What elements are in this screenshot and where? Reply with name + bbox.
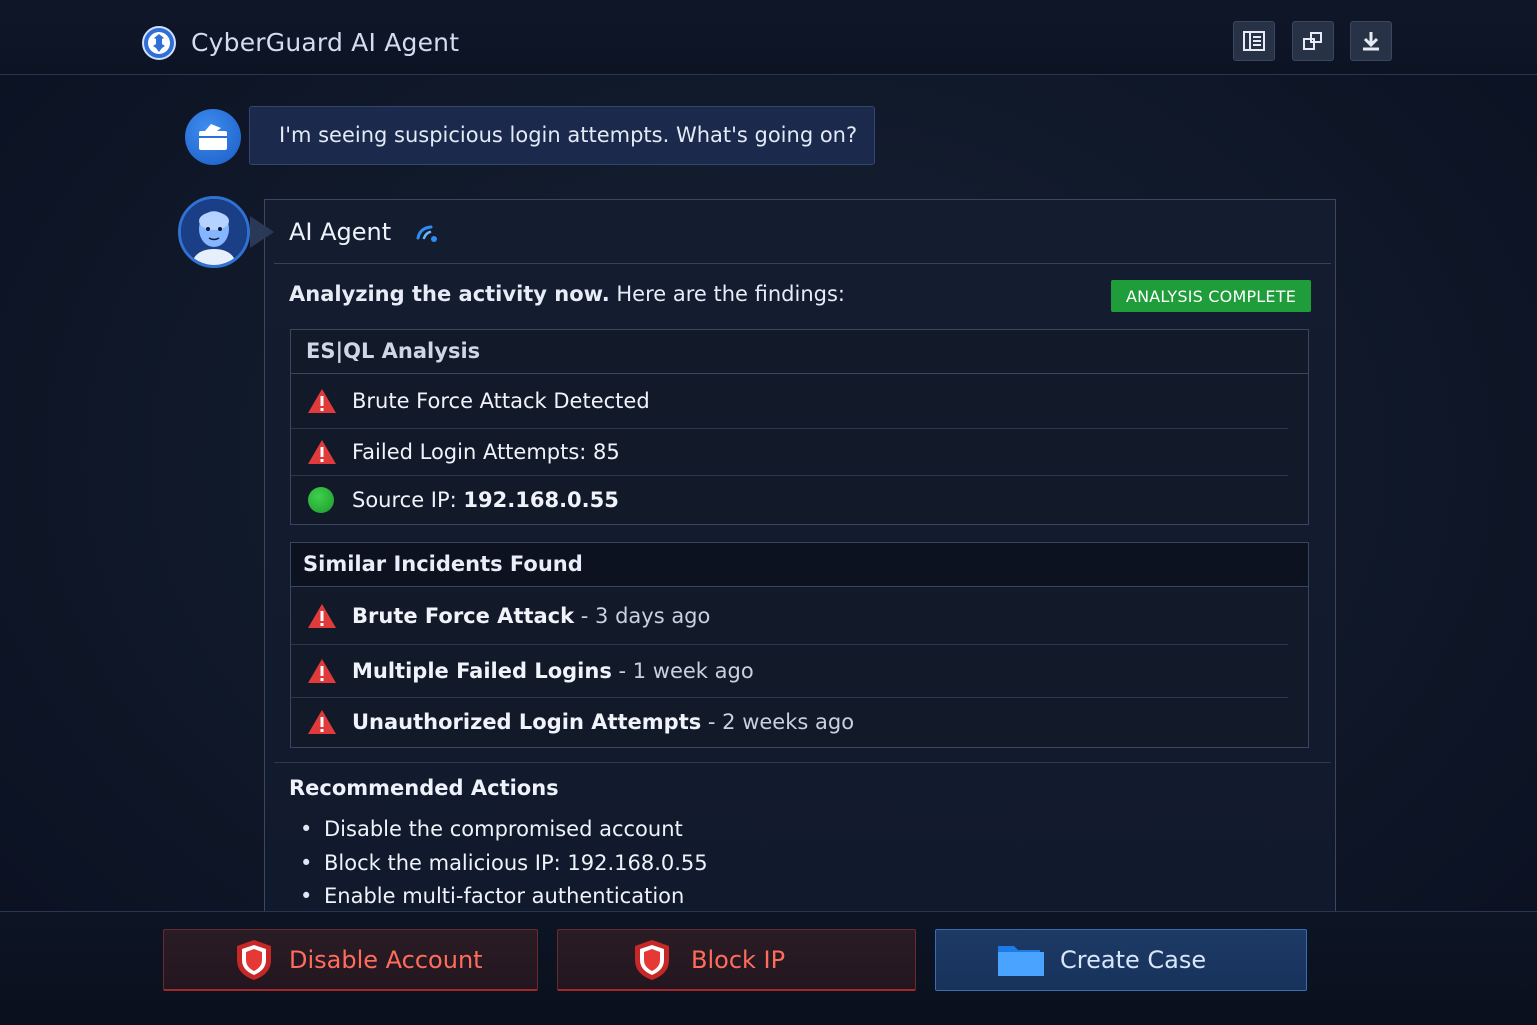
recommendations-list: Disable the compromised account Block th…	[300, 814, 708, 915]
shield-icon	[237, 939, 271, 980]
agent-intro-bold: Analyzing the activity now.	[289, 282, 610, 306]
disable-account-button[interactable]: Disable Account	[163, 929, 538, 991]
recommendation-item: Enable multi-factor authentication	[300, 881, 708, 915]
incident-row[interactable]: Multiple Failed Logins - 1 week ago	[291, 644, 1288, 697]
folder-icon	[998, 946, 1044, 976]
agent-intro-rest: Here are the findings:	[609, 282, 846, 306]
warning-icon	[308, 603, 336, 628]
user-briefcase-icon	[199, 124, 227, 150]
list-view-icon	[1243, 31, 1265, 51]
incident-time: - 1 week ago	[611, 659, 754, 683]
create-case-label: Create Case	[1060, 946, 1207, 974]
robot-face-icon	[181, 199, 247, 265]
finding-row: Brute Force Attack Detected	[291, 374, 1288, 428]
finding-row: Failed Login Attempts: 85	[291, 428, 1288, 475]
agent-divider	[274, 263, 1331, 264]
incident-row[interactable]: Brute Force Attack - 3 days ago	[291, 587, 1288, 644]
shield-icon	[635, 939, 669, 980]
download-button[interactable]	[1350, 21, 1392, 61]
top-bar: CyberGuard AI Agent	[0, 0, 1537, 75]
agent-name: AI Agent	[289, 218, 392, 246]
finding-text: Failed Login Attempts: 85	[352, 440, 620, 464]
green-status-dot	[308, 486, 334, 513]
warning-icon	[308, 659, 336, 683]
recommendations-title: Recommended Actions	[289, 776, 559, 800]
section-divider	[274, 762, 1331, 763]
user-avatar	[185, 109, 241, 165]
disable-account-label: Disable Account	[289, 945, 483, 974]
download-icon	[1363, 32, 1379, 51]
recommendation-item: Disable the compromised account	[300, 814, 708, 848]
incident-time: - 2 weeks ago	[701, 710, 855, 734]
list-view-button[interactable]	[1233, 21, 1275, 61]
cyberguard-logo-icon	[142, 26, 176, 60]
warning-icon	[308, 710, 336, 734]
incident-text: Unauthorized Login Attempts - 2 weeks ag…	[352, 710, 854, 734]
source-ip-value: 192.168.0.55	[463, 487, 619, 512]
source-ip: Source IP: 192.168.0.55	[352, 488, 619, 512]
warning-icon	[308, 440, 336, 464]
incident-name: Unauthorized Login Attempts	[352, 710, 702, 734]
recommendation-item: Block the malicious IP: 192.168.0.55	[300, 848, 708, 882]
finding-row: Source IP: 192.168.0.55	[291, 475, 1288, 523]
incident-text: Brute Force Attack - 3 days ago	[352, 604, 710, 628]
incident-name: Brute Force Attack	[352, 603, 575, 628]
esql-panel-title: ES|QL Analysis	[291, 330, 1308, 374]
finding-text: Brute Force Attack Detected	[352, 389, 650, 413]
incidents-panel-title: Similar Incidents Found	[291, 543, 1308, 587]
similar-incidents-panel: Similar Incidents Found Brute Force Atta…	[290, 542, 1309, 748]
incident-text: Multiple Failed Logins - 1 week ago	[352, 659, 754, 683]
agent-intro: Analyzing the activity now. Here are the…	[289, 282, 845, 306]
user-message: I'm seeing suspicious login attempts. Wh…	[249, 106, 875, 165]
agent-pointer	[250, 216, 274, 248]
esql-analysis-panel: ES|QL Analysis Brute Force Attack Detect…	[290, 329, 1309, 525]
block-ip-label: Block IP	[691, 945, 786, 974]
source-ip-label: Source IP:	[352, 487, 464, 512]
incident-row[interactable]: Unauthorized Login Attempts - 2 weeks ag…	[291, 697, 1288, 746]
warning-icon	[308, 389, 336, 413]
analysis-status-badge: ANALYSIS COMPLETE	[1111, 280, 1311, 312]
loading-spinner-icon	[416, 225, 437, 242]
agent-avatar	[178, 196, 250, 268]
incident-time: - 3 days ago	[574, 603, 711, 628]
create-case-button[interactable]: Create Case	[935, 929, 1307, 991]
app-title: CyberGuard AI Agent	[191, 28, 460, 57]
expand-window-icon	[1303, 32, 1322, 50]
block-ip-button[interactable]: Block IP	[557, 929, 916, 991]
incident-name: Multiple Failed Logins	[352, 659, 612, 683]
expand-window-button[interactable]	[1292, 21, 1334, 61]
